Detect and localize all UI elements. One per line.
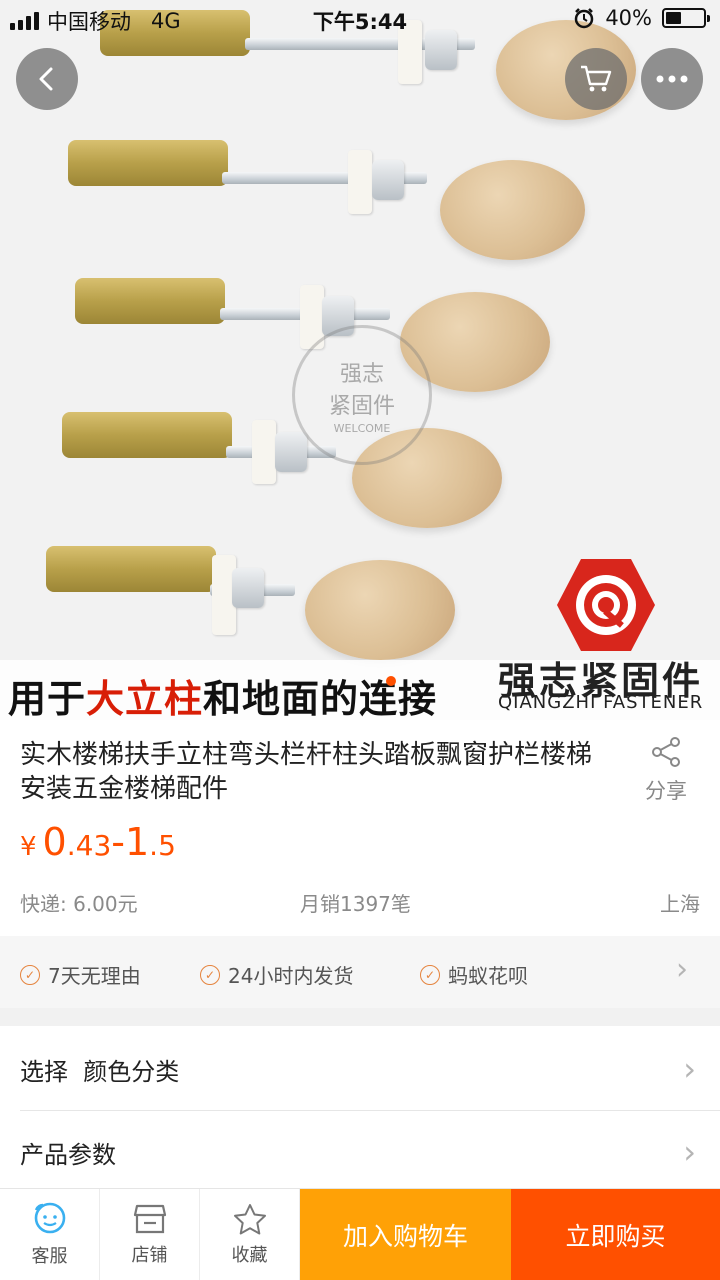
service-label: 7天无理由 bbox=[48, 964, 141, 988]
nut bbox=[275, 432, 307, 472]
status-bar: 中国移动 4G 下午5:44 40% bbox=[0, 0, 720, 40]
expansion-anchor bbox=[46, 546, 216, 592]
image-indicator-dot bbox=[386, 676, 396, 686]
customer-service-icon bbox=[34, 1202, 65, 1233]
price-symbol: ¥ bbox=[20, 832, 37, 862]
product-image[interactable]: 强志 紧固件 WELCOME 用于大立柱和地面的连接 强志紧固件 QIANGZH… bbox=[0, 0, 720, 720]
service-guarantees[interactable]: ✓ 7天无理由 ✓ 24小时内发货 ✓ 蚂蚁花呗 › bbox=[0, 936, 720, 1008]
customer-service-tab[interactable]: 客服 bbox=[0, 1189, 100, 1280]
select-variant-label: 选择 颜色分类 bbox=[20, 1057, 180, 1086]
service-item: ✓ 24小时内发货 bbox=[200, 960, 353, 989]
expansion-anchor bbox=[68, 140, 228, 186]
bottom-action-bar: 客服 店铺 收藏 加入购物车 立即购买 bbox=[0, 1188, 720, 1280]
check-circle-icon: ✓ bbox=[20, 964, 40, 985]
product-params-row[interactable]: 产品参数 › bbox=[20, 1111, 720, 1193]
favorite-label: 收藏 bbox=[231, 1244, 268, 1266]
monthly-sales: 月销1397笔 bbox=[300, 892, 411, 916]
service-item: ✓ 7天无理由 bbox=[20, 960, 141, 989]
more-dots-icon bbox=[656, 75, 688, 83]
share-icon bbox=[652, 737, 680, 767]
washer bbox=[252, 420, 276, 484]
share-label: 分享 bbox=[645, 779, 687, 803]
check-circle-icon: ✓ bbox=[420, 964, 440, 985]
check-circle-icon: ✓ bbox=[200, 964, 220, 985]
caption-highlight: 大立柱 bbox=[86, 677, 204, 720]
watermark-stamp: 强志 紧固件 WELCOME bbox=[292, 325, 432, 465]
chevron-right-icon: › bbox=[683, 1133, 696, 1171]
shop-label: 店铺 bbox=[131, 1244, 168, 1266]
product-price: ¥ 0 .43 - 1 .5 bbox=[20, 820, 176, 864]
watermark-text: 紧固件 bbox=[328, 393, 395, 419]
add-to-cart-button[interactable]: 加入购物车 bbox=[300, 1189, 511, 1280]
chevron-right-icon: › bbox=[676, 952, 688, 987]
shop-tab[interactable]: 店铺 bbox=[100, 1189, 200, 1280]
shipping-fee: 快递: 6.00元 bbox=[20, 892, 138, 916]
chevron-right-icon: › bbox=[683, 1050, 696, 1088]
service-label: 24小时内发货 bbox=[228, 964, 354, 988]
shop-icon bbox=[133, 1204, 166, 1233]
share-button[interactable]: 分享 bbox=[636, 735, 696, 805]
customer-service-label: 客服 bbox=[31, 1245, 68, 1267]
image-caption: 用于大立柱和地面的连接 bbox=[8, 668, 437, 720]
section-divider bbox=[0, 1008, 720, 1026]
washer bbox=[348, 150, 372, 214]
product-title: 实木楼梯扶手立柱弯头栏杆柱头踏板飘窗护栏楼梯安装五金楼梯配件 bbox=[20, 740, 593, 804]
star-icon bbox=[233, 1203, 266, 1234]
expansion-anchor bbox=[75, 278, 225, 324]
chevron-left-icon bbox=[39, 67, 53, 91]
price-low-dec: .43 bbox=[66, 829, 112, 862]
more-options-button[interactable] bbox=[641, 48, 703, 110]
service-item: ✓ 蚂蚁花呗 bbox=[420, 960, 528, 989]
caption-prefix: 用于 bbox=[8, 677, 87, 720]
service-label: 蚂蚁花呗 bbox=[448, 964, 528, 988]
battery-percent: 40% bbox=[605, 6, 652, 30]
expansion-anchor bbox=[62, 412, 232, 458]
buy-now-button[interactable]: 立即购买 bbox=[511, 1189, 720, 1280]
price-high-int: 1 bbox=[124, 820, 150, 864]
cart-button[interactable] bbox=[565, 48, 627, 110]
select-variant-row[interactable]: 选择 颜色分类 › bbox=[20, 1028, 720, 1110]
ship-from-location: 上海 bbox=[660, 892, 700, 916]
price-high-dec: .5 bbox=[149, 829, 176, 862]
alarm-icon bbox=[575, 8, 594, 29]
wood-plug bbox=[305, 560, 455, 660]
watermark-text: 强志 bbox=[339, 361, 384, 387]
brand-logo-icon bbox=[557, 559, 655, 651]
favorite-tab[interactable]: 收藏 bbox=[200, 1189, 300, 1280]
price-separator: - bbox=[111, 820, 125, 864]
caption-suffix: 和地面的连接 bbox=[203, 677, 438, 720]
back-button[interactable] bbox=[16, 48, 78, 110]
price-low-int: 0 bbox=[42, 820, 67, 864]
watermark-text: WELCOME bbox=[333, 421, 391, 435]
wood-plug bbox=[440, 160, 585, 260]
product-params-label: 产品参数 bbox=[20, 1140, 116, 1169]
shopping-cart-icon bbox=[581, 65, 612, 92]
nut bbox=[232, 568, 264, 608]
battery-icon bbox=[662, 8, 710, 28]
brand-name-en: QIANGZHI FASTENER bbox=[498, 692, 704, 713]
nut bbox=[372, 160, 404, 200]
